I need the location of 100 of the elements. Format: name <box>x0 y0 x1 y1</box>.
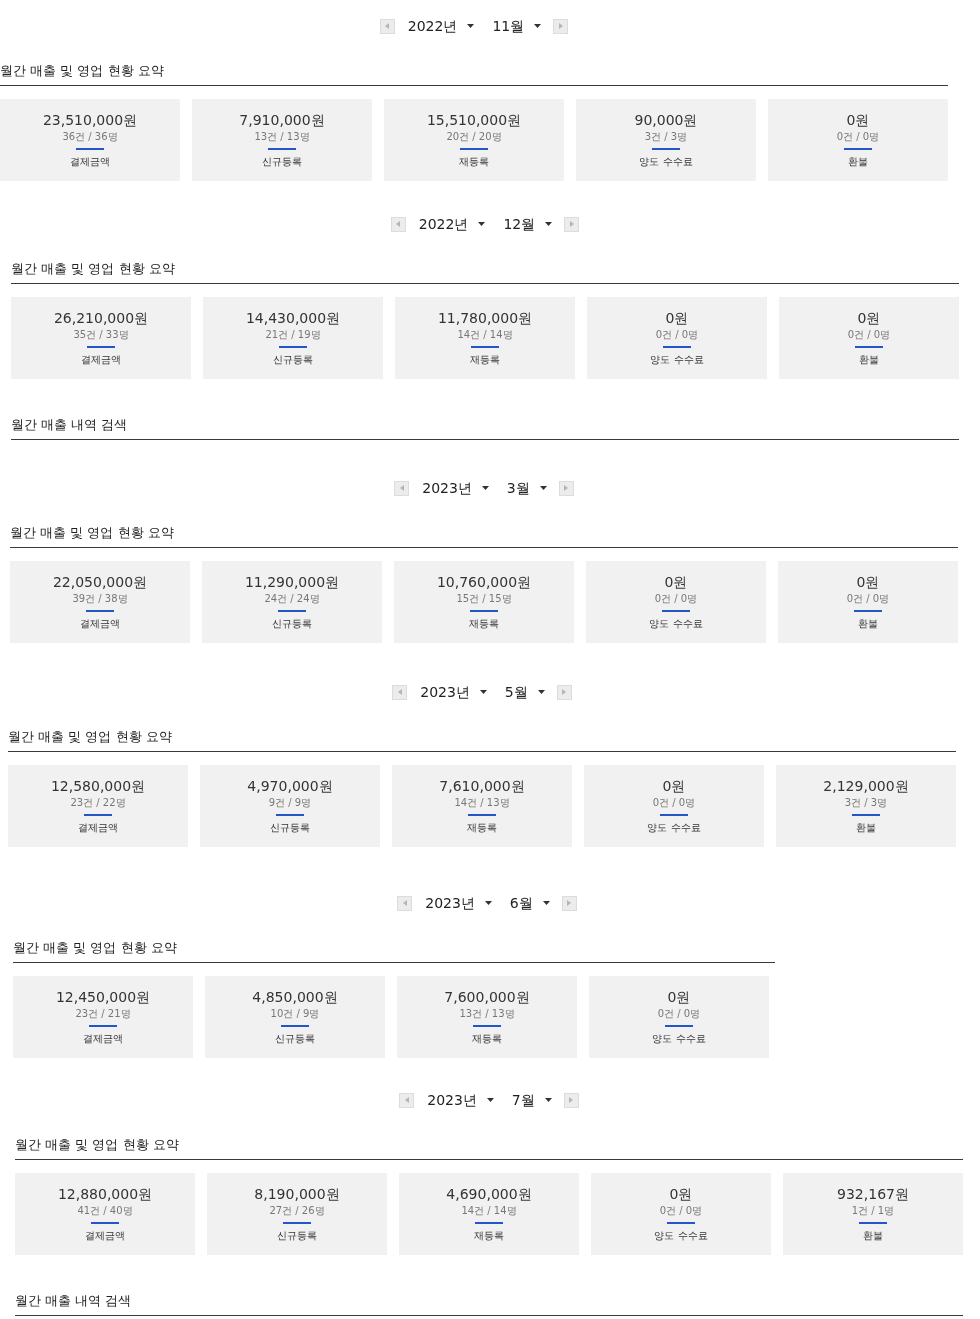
caret-icon <box>478 222 486 226</box>
caret-icon <box>481 486 489 490</box>
year-select[interactable]: 2023년 <box>427 1091 494 1109</box>
amount-text: 0원 <box>667 989 691 1006</box>
card-label: 결제금액 <box>78 822 118 834</box>
count-text: 21건 / 19명 <box>265 329 321 341</box>
prev-month-button[interactable] <box>397 895 413 911</box>
year-select[interactable]: 2023년 <box>425 894 492 912</box>
card-label: 결제금액 <box>85 1230 125 1242</box>
amount-text: 4,970,000원 <box>247 778 333 795</box>
left-triangle-icon <box>396 221 401 227</box>
section-title: 월간 매출 및 영업 현황 요약 <box>8 728 173 745</box>
count-text: 0건 / 0명 <box>655 329 699 341</box>
card-label: 재등록 <box>467 822 497 834</box>
amount-text: 8,190,000원 <box>254 1186 340 1203</box>
card-label: 환불 <box>863 1230 883 1242</box>
next-month-button[interactable] <box>558 480 574 496</box>
card-label: 신규등록 <box>277 1230 317 1242</box>
card-label: 환불 <box>858 618 878 630</box>
count-text: 20건 / 20명 <box>446 131 502 143</box>
caret-icon <box>545 222 553 226</box>
amount-text: 26,210,000원 <box>53 310 149 327</box>
card-label: 결제금액 <box>81 354 121 366</box>
left-triangle-icon <box>385 23 390 29</box>
count-text: 3건 / 3명 <box>844 797 888 809</box>
count-text: 14건 / 14명 <box>461 1205 517 1217</box>
year-select[interactable]: 2023년 <box>420 683 487 701</box>
section-title: 월간 매출 및 영업 현황 요약 <box>10 524 175 541</box>
prev-month-button[interactable] <box>399 1092 415 1108</box>
caret-icon <box>539 486 547 490</box>
month-select[interactable]: 11월 <box>492 17 542 35</box>
count-text: 36건 / 36명 <box>62 131 118 143</box>
card-label: 재등록 <box>459 156 489 168</box>
prev-month-button[interactable] <box>379 18 395 34</box>
card-label: 환불 <box>859 354 879 366</box>
count-text: 24건 / 24명 <box>264 593 320 605</box>
month-select[interactable]: 5월 <box>504 683 545 701</box>
caret-icon <box>537 690 545 694</box>
right-triangle-icon <box>567 900 572 906</box>
count-text: 13건 / 13명 <box>254 131 310 143</box>
next-month-button[interactable] <box>563 1092 579 1108</box>
amount-text: 932,167원 <box>837 1186 909 1203</box>
card-label: 신규등록 <box>270 822 310 834</box>
count-text: 3건 / 3명 <box>644 131 688 143</box>
count-text: 1건 / 1명 <box>851 1205 895 1217</box>
left-triangle-icon <box>399 485 404 491</box>
count-text: 9건 / 9명 <box>268 797 312 809</box>
count-text: 39건 / 38명 <box>72 593 128 605</box>
month-select[interactable]: 6월 <box>509 894 550 912</box>
caret-icon <box>467 24 475 28</box>
month-select[interactable]: 12월 <box>503 215 553 233</box>
card-label: 재등록 <box>474 1230 504 1242</box>
amount-text: 14,430,000원 <box>245 310 341 327</box>
amount-text: 90,000원 <box>634 112 698 129</box>
year-select[interactable]: 2023년 <box>422 479 489 497</box>
amount-text: 15,510,000원 <box>426 112 522 129</box>
count-text: 0건 / 0명 <box>652 797 696 809</box>
card-label: 신규등록 <box>275 1033 315 1045</box>
month-select[interactable]: 3월 <box>506 479 547 497</box>
section-title: 월간 매출 및 영업 현황 요약 <box>0 62 165 79</box>
caret-icon <box>486 1098 494 1102</box>
prev-month-button[interactable] <box>394 480 410 496</box>
prev-month-button[interactable] <box>390 216 406 232</box>
left-triangle-icon <box>397 689 402 695</box>
right-triangle-icon <box>562 689 567 695</box>
amount-text: 0원 <box>662 778 686 795</box>
month-select[interactable]: 7월 <box>511 1091 552 1109</box>
card-label: 양도 수수료 <box>639 156 693 168</box>
next-month-button[interactable] <box>553 18 569 34</box>
amount-text: 10,760,000원 <box>436 574 532 591</box>
next-month-button[interactable] <box>561 895 577 911</box>
card-label: 양도 수수료 <box>647 822 701 834</box>
count-text: 0건 / 0명 <box>657 1008 701 1020</box>
card-label: 결제금액 <box>80 618 120 630</box>
count-text: 41건 / 40명 <box>77 1205 133 1217</box>
amount-text: 4,850,000원 <box>252 989 338 1006</box>
count-text: 23건 / 22명 <box>70 797 126 809</box>
next-month-button[interactable] <box>556 684 572 700</box>
section-title: 월간 매출 및 영업 현황 요약 <box>13 939 178 956</box>
caret-icon <box>479 690 487 694</box>
count-text: 0건 / 0명 <box>836 131 880 143</box>
right-triangle-icon <box>569 221 574 227</box>
card-label: 결제금액 <box>70 156 110 168</box>
card-label: 재등록 <box>469 618 499 630</box>
prev-month-button[interactable] <box>392 684 408 700</box>
card-label: 환불 <box>848 156 868 168</box>
card-label: 양도 수수료 <box>649 618 703 630</box>
next-month-button[interactable] <box>564 216 580 232</box>
right-triangle-icon <box>569 1097 574 1103</box>
section-title: 월간 매출 내역 검색 <box>11 416 129 433</box>
section-title: 월간 매출 내역 검색 <box>15 1292 133 1309</box>
amount-text: 23,510,000원 <box>42 112 138 129</box>
card-label: 신규등록 <box>262 156 302 168</box>
card-label: 결제금액 <box>83 1033 123 1045</box>
year-select[interactable]: 2022년 <box>407 17 475 35</box>
year-select[interactable]: 2022년 <box>418 215 486 233</box>
count-text: 15건 / 15명 <box>456 593 512 605</box>
caret-icon <box>484 901 492 905</box>
right-triangle-icon <box>558 23 563 29</box>
card-label: 신규등록 <box>273 354 313 366</box>
